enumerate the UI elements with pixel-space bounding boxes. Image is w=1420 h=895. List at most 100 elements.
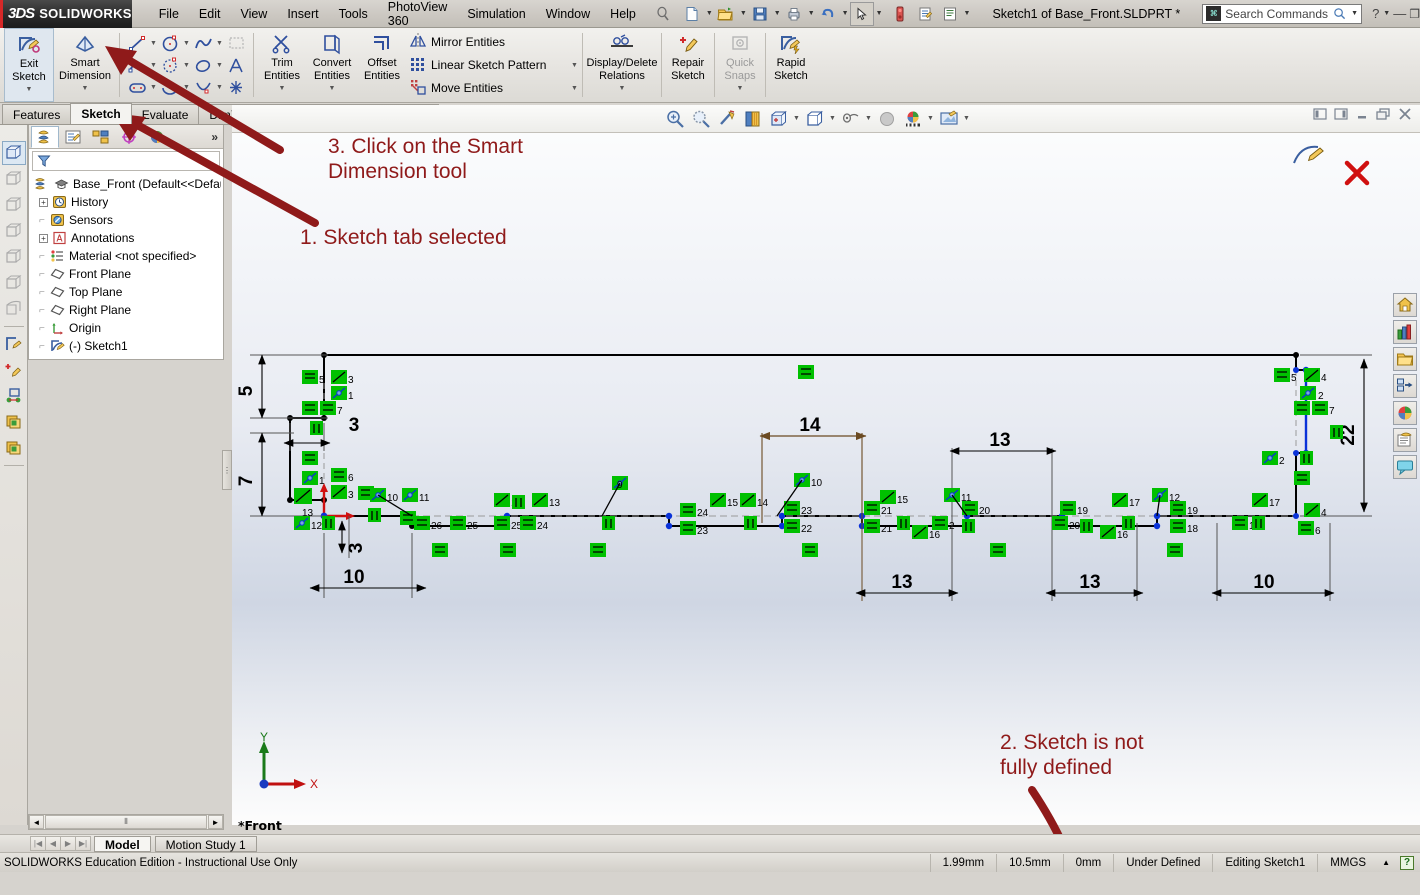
convert-entities-dropdown-icon[interactable]: ▼ [329,83,336,95]
select-icon[interactable] [849,1,874,26]
open-document-dropdown-icon[interactable]: ▼ [740,10,747,17]
mirror-entities-button[interactable]: Mirror Entities [407,31,579,54]
save-dropdown-icon[interactable]: ▼ [774,10,781,17]
menu-window[interactable]: Window [537,3,599,25]
options-dropdown-icon[interactable]: ▼ [964,10,971,17]
exit-sketch-button[interactable]: Exit Sketch ▼ [4,28,54,102]
file-properties-icon[interactable] [913,2,937,26]
units-caret-icon[interactable]: ▲ [1378,858,1394,867]
undo-dropdown-icon[interactable]: ▼ [842,10,849,17]
help-question-icon[interactable]: ? [1372,6,1379,21]
tree-item-right-plane[interactable]: ⌐ Right Plane [33,301,221,319]
tree-item-front-plane[interactable]: ⌐ Front Plane [33,265,221,283]
search-commands-box[interactable]: ⌘ Search Commands ▼ [1202,3,1363,24]
edit-sketch-icon[interactable] [2,332,26,356]
linear-sketch-pattern-dropdown-icon[interactable]: ▼ [570,62,579,69]
display-style-6-icon[interactable] [2,271,26,295]
view-orientation-icon[interactable] [766,107,791,131]
view-settings-icon[interactable] [900,107,925,131]
confirmation-corner-sketch-icon[interactable] [1292,141,1326,167]
display-style-3-icon[interactable] [2,193,26,217]
menu-photoview-360[interactable]: PhotoView 360 [379,0,457,32]
smart-dimension-rail-icon[interactable] [2,358,26,382]
display-style-7-icon[interactable] [2,297,26,321]
pin-right-icon[interactable] [1334,108,1348,123]
open-document-icon[interactable] [714,2,738,26]
home-icon[interactable] [1393,293,1417,317]
file-explorer-icon[interactable] [1393,347,1417,371]
feature-manager-tree-icon[interactable] [31,125,59,148]
close-sketch-icon[interactable] [1342,158,1372,188]
tab-motion-study-1[interactable]: Motion Study 1 [154,835,257,852]
scroll-left-arrow[interactable]: ◄ [29,815,44,829]
rapid-sketch-button[interactable]: Rapid Sketch [769,28,813,102]
menu-edit[interactable]: Edit [190,3,230,25]
restore-icon[interactable]: ❐ [1409,7,1420,21]
zoom-to-area-icon[interactable] [688,107,713,131]
print-icon[interactable] [782,2,806,26]
task-pane-design-library-icon[interactable] [1393,320,1417,344]
scroll-thumb[interactable]: ⦀ [45,815,207,829]
appearance-icon[interactable] [936,107,961,131]
repair-sketch-button[interactable]: Repair Sketch [665,28,711,102]
display-delete-relations-dropdown-icon[interactable]: ▼ [619,83,626,95]
exit-sketch-dropdown-icon[interactable]: ▼ [26,84,33,96]
display-style-dropdown-icon[interactable]: ▼ [828,115,837,122]
select-dropdown-icon[interactable]: ▼ [876,10,883,17]
offset-entities-button[interactable]: Offset Entities [357,28,407,102]
print-dropdown-icon[interactable]: ▼ [808,10,815,17]
linear-sketch-pattern-button[interactable]: Linear Sketch Pattern ▼ [407,54,579,77]
help-dropdown-icon[interactable]: ▼ [1383,10,1390,17]
undo-icon[interactable] [816,2,840,26]
menu-help[interactable]: Help [601,3,645,25]
minimize-icon[interactable] [1355,108,1369,123]
menu-insert[interactable]: Insert [278,3,327,25]
menu-file[interactable]: File [150,3,188,25]
search-input[interactable]: Search Commands [1225,7,1329,21]
appearance-dropdown-icon[interactable]: ▼ [962,115,971,122]
options-icon[interactable] [938,2,962,26]
solidworks-forum-icon[interactable] [1393,455,1417,479]
rebuild-icon[interactable] [888,2,912,26]
previous-view-icon[interactable] [714,107,739,131]
tree-item-top-plane[interactable]: ⌐ Top Plane [33,283,221,301]
hide-show-icon[interactable] [838,107,863,131]
status-units[interactable]: MMGS [1317,853,1378,872]
smart-dimension-dropdown-icon[interactable]: ▼ [82,83,89,95]
zoom-to-fit-icon[interactable] [662,107,687,131]
convert-entities-button[interactable]: Convert Entities ▼ [307,28,357,102]
display-style-icon[interactable] [802,107,827,131]
appearances-scenes-icon[interactable] [1393,401,1417,425]
new-document-dropdown-icon[interactable]: ▼ [706,10,713,17]
panel-splitter-handle[interactable]: ⋮ [222,450,232,490]
custom-properties-icon[interactable] [1393,428,1417,452]
quick-snaps-dropdown-icon[interactable]: ▼ [737,83,744,95]
search-icon[interactable] [1333,7,1346,20]
tree-item-material[interactable]: ⌐ Material <not specified> [33,247,221,265]
feature-tree-horizontal-scrollbar[interactable]: ◄ ⦀ ► [28,814,224,830]
status-help-icon[interactable]: ? [1400,855,1414,870]
section-view-2-icon[interactable] [2,436,26,460]
tab-features[interactable]: Features [2,104,72,124]
section-view-icon[interactable] [2,410,26,434]
tree-item-sketch1[interactable]: ⌐ (-) Sketch1 [33,337,221,355]
display-delete-relations-button[interactable]: Display/Delete Relations ▼ [586,28,658,102]
move-entities-dropdown-icon[interactable]: ▼ [570,85,579,92]
menu-view[interactable]: View [231,3,276,25]
minimize-icon[interactable]: — [1393,7,1406,20]
tab-model[interactable]: Model [94,835,151,852]
first-icon[interactable]: |◀ [30,836,46,851]
search-dropdown-icon[interactable]: ▼ [1351,10,1358,17]
pin-left-icon[interactable] [1313,108,1327,123]
display-style-5-icon[interactable] [2,245,26,269]
apply-scene-icon[interactable] [874,107,899,131]
tab-sketch[interactable]: Sketch [70,103,132,124]
section-view-icon[interactable] [740,107,765,131]
close-icon[interactable] [1398,108,1412,123]
view-settings-dropdown-icon[interactable]: ▼ [926,115,935,122]
restore-icon[interactable] [1376,108,1391,123]
last-icon[interactable]: ▶| [75,836,91,851]
expander-plus-icon[interactable]: + [39,233,48,243]
hide-show-dropdown-icon[interactable]: ▼ [864,115,873,122]
menu-tools[interactable]: Tools [330,3,377,25]
